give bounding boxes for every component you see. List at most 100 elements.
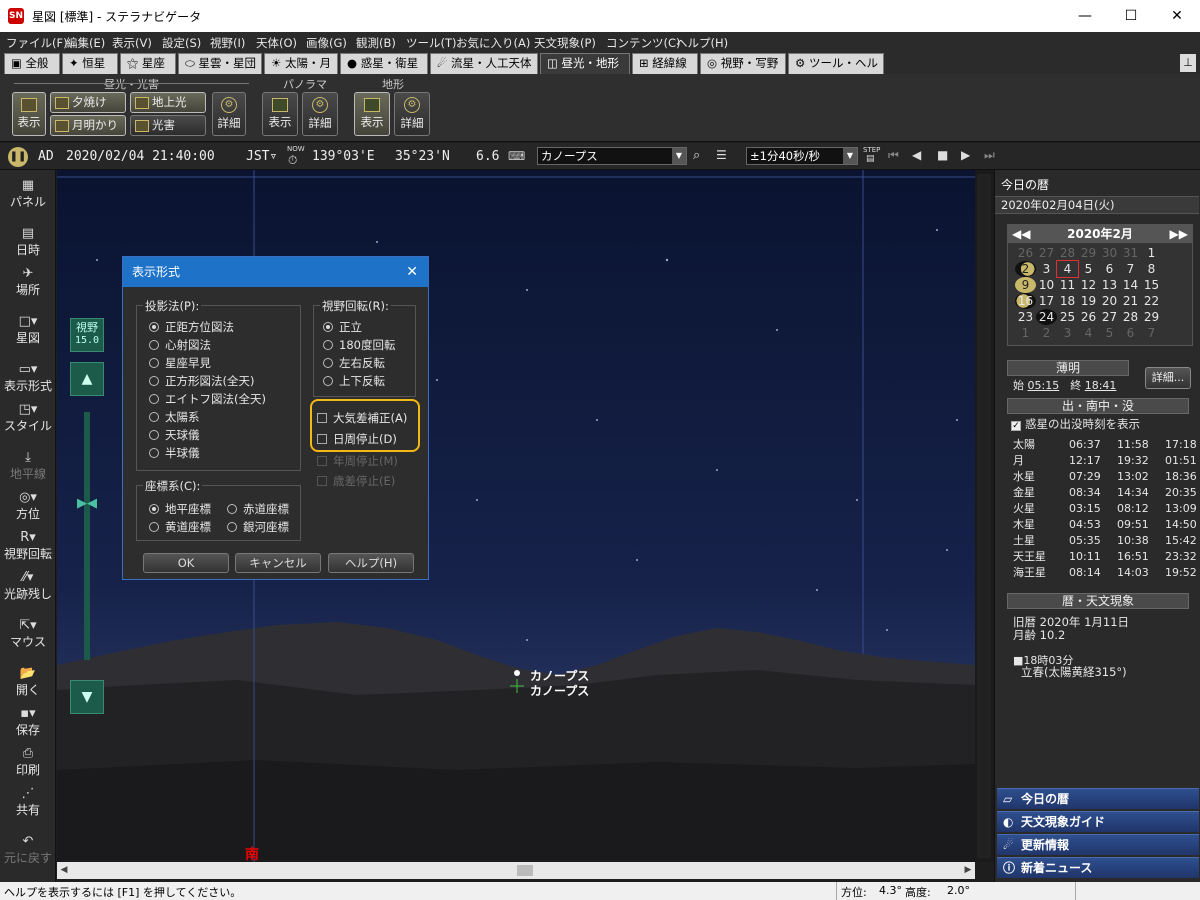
calendar-day[interactable]: 27 <box>1036 245 1057 261</box>
calendar-day[interactable]: 21 <box>1120 293 1141 309</box>
scroll-right-icon[interactable]: ▶ <box>961 862 975 879</box>
close-icon[interactable]: ✕ <box>406 257 418 287</box>
tab-stars[interactable]: ✦ 恒星 <box>62 53 118 74</box>
radio-coord-equatorial[interactable]: 赤道座標 <box>227 501 289 517</box>
sidebar-item-panel[interactable]: ▦ パネル <box>0 178 56 210</box>
moonlight-button[interactable]: 月明かり <box>50 115 126 136</box>
zoom-slider-track[interactable] <box>84 412 90 660</box>
sunset-button[interactable]: 夕焼け <box>50 92 126 113</box>
calendar-day[interactable]: 1 <box>1141 245 1162 261</box>
next-month-icon[interactable]: ▶▶ <box>1170 225 1188 243</box>
calendar-day[interactable]: 28 <box>1120 309 1141 325</box>
help-button[interactable]: ヘルプ(H) <box>328 553 414 573</box>
latitude[interactable]: 35°23'N <box>395 149 450 164</box>
tab-tools-help[interactable]: ⚙ ツール・ヘルプ <box>788 53 884 89</box>
tab-planets[interactable]: ● 惑星・衛星 <box>340 53 428 74</box>
checkbox-refraction[interactable]: 大気差補正(A) <box>317 410 407 426</box>
light-pollution-button[interactable]: 光害 <box>130 115 206 136</box>
earthshine-button[interactable]: 地上光 <box>130 92 206 113</box>
tab-meteors[interactable]: ☄ 流星・人工天体 <box>430 53 538 74</box>
sidebar-item-location[interactable]: ✈ 場所 <box>0 266 56 298</box>
checkbox-annual-stop[interactable]: 年周停止(M) <box>317 453 398 469</box>
calendar-day[interactable]: 20 <box>1099 293 1120 309</box>
panorama-detail-button[interactable]: ⚙ 詳細 <box>302 92 338 136</box>
radio-coord-galactic[interactable]: 銀河座標 <box>227 519 289 535</box>
calendar-day[interactable]: 30 <box>1099 245 1120 261</box>
calendar-day[interactable]: 10 <box>1036 277 1057 293</box>
tab-fov-photo[interactable]: ◎ 視野・写野 <box>700 53 786 74</box>
sidebar-item-rotation[interactable]: R▾ 視野回転 <box>0 530 56 562</box>
calendar-day[interactable]: 29 <box>1141 309 1162 325</box>
pin-icon[interactable]: ⊥ <box>1180 54 1196 72</box>
menu-edit[interactable]: 編集(E) <box>66 35 105 51</box>
daylight-show-button[interactable]: 表示 <box>12 92 46 136</box>
nav-news[interactable]: ⓘ 新着ニュース <box>997 857 1199 878</box>
step-forward-icon[interactable]: ▶ <box>961 148 970 162</box>
keyboard-icon[interactable]: ⌨ <box>508 149 525 163</box>
panorama-show-button[interactable]: 表示 <box>262 92 298 136</box>
nav-updates[interactable]: ☄ 更新情報 <box>997 834 1199 855</box>
calendar-day[interactable]: 27 <box>1099 309 1120 325</box>
calendar-day[interactable]: 19 <box>1078 293 1099 309</box>
calendar-day[interactable]: 14 <box>1120 277 1141 293</box>
tab-constellations[interactable]: ⚝ 星座 <box>120 53 176 74</box>
calendar-day[interactable]: 5 <box>1078 261 1099 277</box>
radio-projection-square[interactable]: 正方形図法(全天) <box>149 373 254 389</box>
menu-events[interactable]: 天文現象(P) <box>534 35 596 51</box>
ok-button[interactable]: OK <box>143 553 229 573</box>
sidebar-item-datetime[interactable]: ▤ 日時 <box>0 226 56 258</box>
radio-projection-gnomonic[interactable]: 心射図法 <box>149 337 211 353</box>
timezone[interactable]: JST▿ <box>246 149 277 164</box>
radio-projection-azimuthal[interactable]: 正距方位図法 <box>149 319 234 335</box>
calendar-day-today[interactable]: 4 <box>1056 260 1079 278</box>
calendar-day-moonphase[interactable]: 24 <box>1036 309 1057 325</box>
radio-rotation-flip-vertical[interactable]: 上下反転 <box>323 373 385 389</box>
radio-rotation-180[interactable]: 180度回転 <box>323 337 395 353</box>
calendar-day[interactable]: 3 <box>1036 261 1057 277</box>
daylight-detail-button[interactable]: ⚙ 詳細 <box>212 92 246 136</box>
sidebar-item-style[interactable]: ◳▾ スタイル <box>0 402 56 434</box>
radio-projection-celestial-globe[interactable]: 天球儀 <box>149 427 200 443</box>
menu-image[interactable]: 画像(G) <box>306 35 347 51</box>
sidebar-item-starchart[interactable]: □▾ 星図 <box>0 314 56 346</box>
list-icon[interactable]: ☰ <box>716 148 727 162</box>
calendar-day[interactable]: 15 <box>1141 277 1162 293</box>
calendar-day-moonphase[interactable]: 2 <box>1015 261 1036 277</box>
calendar-day-moonphase[interactable]: 16 <box>1015 293 1036 309</box>
sidebar-item-undo[interactable]: ↶ 元に戻す <box>0 834 56 866</box>
twilight-detail-button[interactable]: 詳細... <box>1145 367 1191 389</box>
calendar-day[interactable]: 26 <box>1078 309 1099 325</box>
calendar-day[interactable]: 23 <box>1015 309 1036 325</box>
minimize-button[interactable]: — <box>1062 0 1108 32</box>
sidebar-item-display-format[interactable]: ▭▾ 表示形式 <box>0 362 56 394</box>
checkbox-precession-stop[interactable]: 歳差停止(E) <box>317 473 395 489</box>
step-icon[interactable]: ▤ <box>866 154 875 164</box>
calendar-day[interactable]: 22 <box>1141 293 1162 309</box>
close-window-button[interactable]: ✕ <box>1154 0 1200 32</box>
radio-projection-planisphere[interactable]: 星座早見 <box>149 355 211 371</box>
menu-favorites[interactable]: お気に入り(A) <box>456 35 530 51</box>
terrain-detail-button[interactable]: ⚙ 詳細 <box>394 92 430 136</box>
pause-icon[interactable]: ❚❚ <box>8 147 28 167</box>
longitude[interactable]: 139°03'E <box>312 149 375 164</box>
calendar-day[interactable]: 8 <box>1141 261 1162 277</box>
radio-rotation-flip-horizontal[interactable]: 左右反転 <box>323 355 385 371</box>
tab-general[interactable]: ▣ 全般 <box>4 53 60 74</box>
menu-observe[interactable]: 観測(B) <box>356 35 396 51</box>
calendar-day[interactable]: 17 <box>1036 293 1057 309</box>
calendar-day[interactable]: 3 <box>1057 325 1078 341</box>
calendar-day[interactable]: 29 <box>1078 245 1099 261</box>
tab-gridlines[interactable]: ⊞ 経緯線 <box>632 53 698 74</box>
zoom-in-button[interactable]: ▲ <box>70 362 104 396</box>
menu-objects[interactable]: 天体(O) <box>256 35 297 51</box>
nav-event-guide[interactable]: ◐ 天文現象ガイド <box>997 811 1199 832</box>
planet-rise-checkbox[interactable]: ✓ 惑星の出没時刻を表示 <box>1011 416 1140 432</box>
sidebar-item-trails[interactable]: ⁄⁄▾ 光跡残し <box>0 570 56 602</box>
zoom-slider-handle[interactable]: ▶◀ <box>68 496 106 512</box>
calendar-day-moonphase[interactable]: 9 <box>1015 277 1036 293</box>
calendar-day[interactable]: 18 <box>1057 293 1078 309</box>
search-icon[interactable]: ⌕ <box>693 148 700 163</box>
calendar-day[interactable]: 6 <box>1120 325 1141 341</box>
menu-help[interactable]: ヘルプ(H) <box>676 35 728 51</box>
calendar-day[interactable]: 4 <box>1078 325 1099 341</box>
